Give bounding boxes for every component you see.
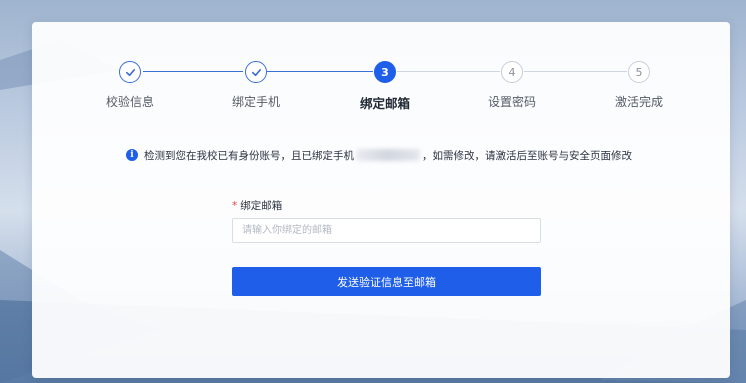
- email-label-text: 绑定邮箱: [240, 200, 283, 212]
- step-connector: [524, 71, 627, 72]
- required-marker: *: [232, 200, 238, 212]
- email-field-label: * 绑定邮箱: [232, 198, 282, 213]
- send-verification-button[interactable]: 发送验证信息至邮箱: [232, 267, 541, 296]
- step-5-label: 激活完成: [614, 95, 663, 109]
- activation-card: 校验信息 绑定手机 3 绑定邮箱 4 设置密码 5 激活完成 i 检测到您在我校…: [32, 22, 730, 378]
- step-3-label: 绑定邮箱: [359, 96, 410, 111]
- step-1-check-icon: [119, 61, 141, 83]
- progress-stepper: 校验信息 绑定手机 3 绑定邮箱 4 设置密码 5 激活完成: [32, 22, 730, 132]
- step-1-label: 校验信息: [105, 95, 154, 109]
- step-3-number: 3: [374, 61, 396, 83]
- masked-phone-number: [356, 149, 420, 161]
- step-2-label: 绑定手机: [231, 95, 280, 109]
- step-connector: [397, 71, 500, 72]
- notice-text-prefix: 检测到您在我校已有身份账号，且已绑定手机: [144, 149, 354, 162]
- step-4-label: 设置密码: [487, 95, 536, 109]
- email-input[interactable]: [232, 218, 541, 243]
- step-connector: [267, 71, 373, 72]
- step-4-number: 4: [501, 61, 523, 83]
- step-5-number: 5: [628, 61, 650, 83]
- step-2-check-icon: [245, 61, 267, 83]
- step-connector: [143, 71, 243, 72]
- notice-text-suffix: ，如需修改，请激活后至账号与安全页面修改: [422, 149, 632, 162]
- info-icon: i: [126, 149, 138, 161]
- account-notice: i 检测到您在我校已有身份账号，且已绑定手机 ，如需修改，请激活后至账号与安全页…: [126, 143, 654, 167]
